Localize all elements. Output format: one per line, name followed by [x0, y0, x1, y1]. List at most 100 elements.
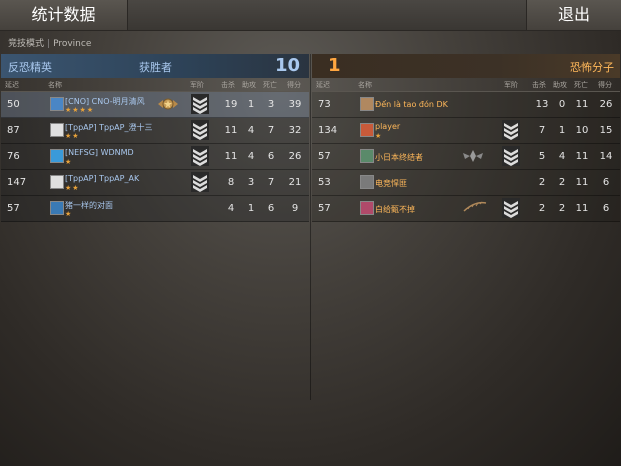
chevron-rank-icon: [191, 146, 209, 166]
ping-value: 57: [7, 203, 20, 214]
col-name: 名称: [358, 81, 372, 89]
mode-separator: |: [47, 39, 51, 49]
player-row[interactable]: 87 [TppAP] TppAP_澄十三 ★★ 11 4 7 32: [1, 118, 309, 144]
ping-value: 87: [7, 125, 20, 136]
kills-value: 11: [224, 125, 238, 136]
ct-column-header: 延迟 名称 军阶 击杀 助攻 死亡 得分: [1, 78, 309, 92]
t-team-name: 恐怖分子: [570, 61, 614, 74]
assists-value: 0: [558, 99, 566, 110]
assists-value: 1: [247, 99, 255, 110]
ping-value: 134: [318, 125, 338, 136]
ping-value: 73: [318, 99, 331, 110]
player-name[interactable]: 电竞悍匪: [375, 178, 407, 189]
assists-value: 2: [558, 203, 566, 214]
chevron-rank-icon: [191, 120, 209, 140]
t-team-panel: 1 恐怖分子 延迟 名称 军阶 击杀 助攻 死亡 得分 73 Đến là tao…: [312, 54, 620, 400]
avatar: [360, 175, 374, 189]
avatar: [360, 201, 374, 215]
col-deaths: 死亡: [263, 81, 277, 89]
chevron-rank-icon: [502, 146, 520, 166]
t-team-header: 1 恐怖分子: [312, 54, 620, 78]
avatar: [360, 123, 374, 137]
kills-value: 4: [227, 203, 235, 214]
ct-team-score: 10: [274, 55, 300, 76]
col-deaths: 死亡: [574, 81, 588, 89]
deaths-value: 11: [575, 203, 589, 214]
avatar: [50, 123, 64, 137]
t-column-header: 延迟 名称 军阶 击杀 助攻 死亡 得分: [312, 78, 620, 92]
score-value: 14: [599, 151, 613, 162]
player-name[interactable]: 小日本终结者: [375, 152, 423, 163]
star-rating: ★: [65, 158, 73, 166]
player-row[interactable]: 50 [CNO] CNO-明月清风 ★★★★ 19 1 3 39: [1, 92, 309, 118]
player-name[interactable]: [TppAP] TppAP_AK: [65, 174, 139, 183]
ct-team-header: 反恐精英 获胜者 10: [1, 54, 309, 78]
winner-label: 获胜者: [139, 61, 172, 74]
avatar: [50, 175, 64, 189]
map-name: Province: [53, 39, 92, 49]
col-rank: 军阶: [190, 81, 204, 89]
avatar: [50, 97, 64, 111]
kills-value: 19: [224, 99, 238, 110]
ping-value: 147: [7, 177, 27, 188]
assists-value: 2: [558, 177, 566, 188]
score-value: 6: [602, 177, 610, 188]
assists-value: 3: [247, 177, 255, 188]
score-value: 32: [288, 125, 302, 136]
deaths-value: 7: [267, 125, 275, 136]
ping-value: 50: [7, 99, 20, 110]
avatar: [50, 201, 64, 215]
kills-value: 8: [227, 177, 235, 188]
score-value: 6: [602, 203, 610, 214]
chevron-rank-icon: [502, 198, 520, 218]
deaths-value: 6: [267, 203, 275, 214]
chevron-rank-icon: [191, 172, 209, 192]
player-row[interactable]: 76 [NEFSG] WDNMD ★ 11 4 6 26: [1, 144, 309, 170]
ping-value: 53: [318, 177, 331, 188]
score-value: 39: [288, 99, 302, 110]
player-row[interactable]: 147 [TppAP] TppAP_AK ★★ 8 3 7 21: [1, 170, 309, 196]
player-name[interactable]: 白给甄不掉: [375, 204, 415, 215]
col-assists: 助攻: [553, 81, 567, 89]
ct-team-panel: 反恐精英 获胜者 10 延迟 名称 军阶 击杀 助攻 死亡 得分 50 [CNO]…: [1, 54, 309, 400]
kills-value: 11: [224, 151, 238, 162]
deaths-value: 6: [267, 151, 275, 162]
player-row[interactable]: 134 player ★ 7 1 10 15: [312, 118, 620, 144]
player-name[interactable]: [NEFSG] WDNMD: [65, 148, 134, 157]
player-name[interactable]: Đến là tao đón DK: [375, 100, 448, 109]
score-value: 9: [291, 203, 299, 214]
chevron-rank-icon: [191, 94, 209, 114]
deaths-value: 11: [575, 177, 589, 188]
score-value: 21: [288, 177, 302, 188]
score-value: 26: [288, 151, 302, 162]
col-score: 得分: [598, 81, 612, 89]
deaths-value: 10: [575, 125, 589, 136]
col-ping: 延迟: [5, 81, 19, 89]
player-row[interactable]: 57 小日本终结者 5 4 11 14: [312, 144, 620, 170]
avatar: [360, 97, 374, 111]
ping-value: 57: [318, 151, 331, 162]
kills-value: 5: [538, 151, 546, 162]
player-row[interactable]: 57 猪一样的对面 ★ 4 1 6 9: [1, 196, 309, 222]
col-ping: 延迟: [316, 81, 330, 89]
ct-team-name: 反恐精英: [8, 61, 52, 74]
medal-badge-icon: [157, 95, 179, 116]
col-rank: 军阶: [504, 81, 518, 89]
col-assists: 助攻: [242, 81, 256, 89]
star-rating: ★: [65, 210, 73, 218]
chevron-rank-icon: [502, 120, 520, 140]
player-row[interactable]: 53 电竞悍匪 2 2 11 6: [312, 170, 620, 196]
col-kills: 击杀: [221, 81, 235, 89]
exit-button[interactable]: 退出: [526, 0, 621, 30]
player-name[interactable]: player: [375, 122, 400, 131]
ping-value: 76: [7, 151, 20, 162]
wings-badge-icon: [462, 147, 484, 168]
player-row[interactable]: 57 白给甄不掉 2 2 11 6: [312, 196, 620, 222]
star-rating: ★★: [65, 132, 80, 140]
stats-title-tab[interactable]: 统计数据: [0, 0, 128, 30]
kills-value: 7: [538, 125, 546, 136]
score-value: 26: [599, 99, 613, 110]
col-score: 得分: [287, 81, 301, 89]
score-value: 15: [599, 125, 613, 136]
player-row[interactable]: 73 Đến là tao đón DK 13 0 11 26: [312, 92, 620, 118]
